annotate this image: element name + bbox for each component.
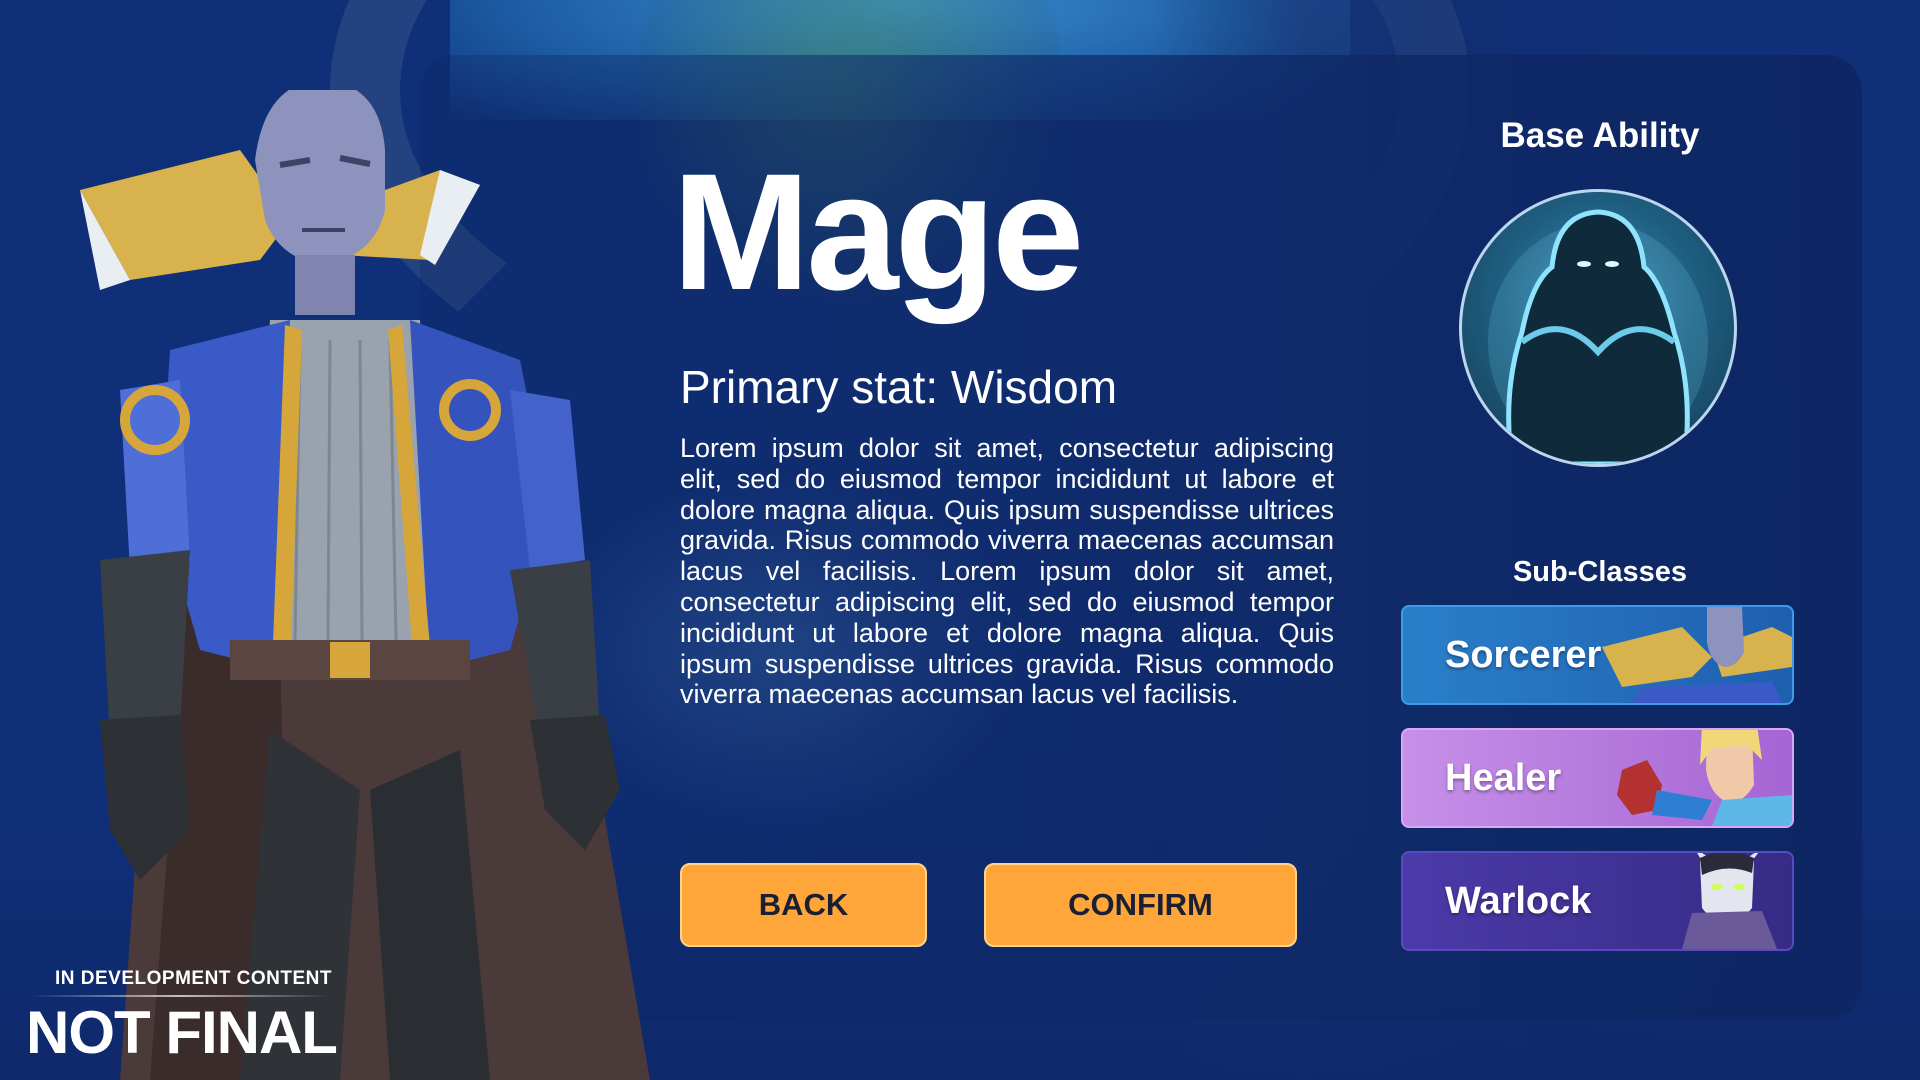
base-ability-title: Base Ability <box>1500 116 1700 155</box>
healer-portrait <box>1617 730 1792 826</box>
subclasses-title: Sub-Classes <box>1512 556 1688 588</box>
back-button[interactable]: BACK <box>680 863 927 947</box>
subclass-sorcerer[interactable]: Sorcerer <box>1401 605 1794 705</box>
confirm-button[interactable]: CONFIRM <box>984 863 1297 947</box>
glowing-spectral-figure-icon <box>1488 209 1708 464</box>
subclass-label: Sorcerer <box>1445 633 1602 676</box>
class-title: Mage <box>672 140 1084 325</box>
base-ability-icon[interactable] <box>1459 189 1737 467</box>
subclass-label: Healer <box>1445 756 1562 799</box>
sorcerer-portrait <box>1602 607 1792 703</box>
subclass-label: Warlock <box>1445 879 1592 922</box>
primary-stat-label: Primary stat: Wisdom <box>680 361 1118 413</box>
development-watermark-caption: IN DEVELOPMENT CONTENT <box>55 968 333 989</box>
subclass-healer[interactable]: Healer <box>1401 728 1794 828</box>
subclass-warlock[interactable]: Warlock <box>1401 851 1794 951</box>
class-description: Lorem ipsum dolor sit amet, consectetur … <box>680 433 1334 710</box>
mage-character-portrait <box>80 90 650 1080</box>
watermark-divider <box>30 995 330 997</box>
warlock-portrait <box>1682 853 1777 949</box>
not-final-watermark: NOT FINAL <box>26 999 338 1066</box>
